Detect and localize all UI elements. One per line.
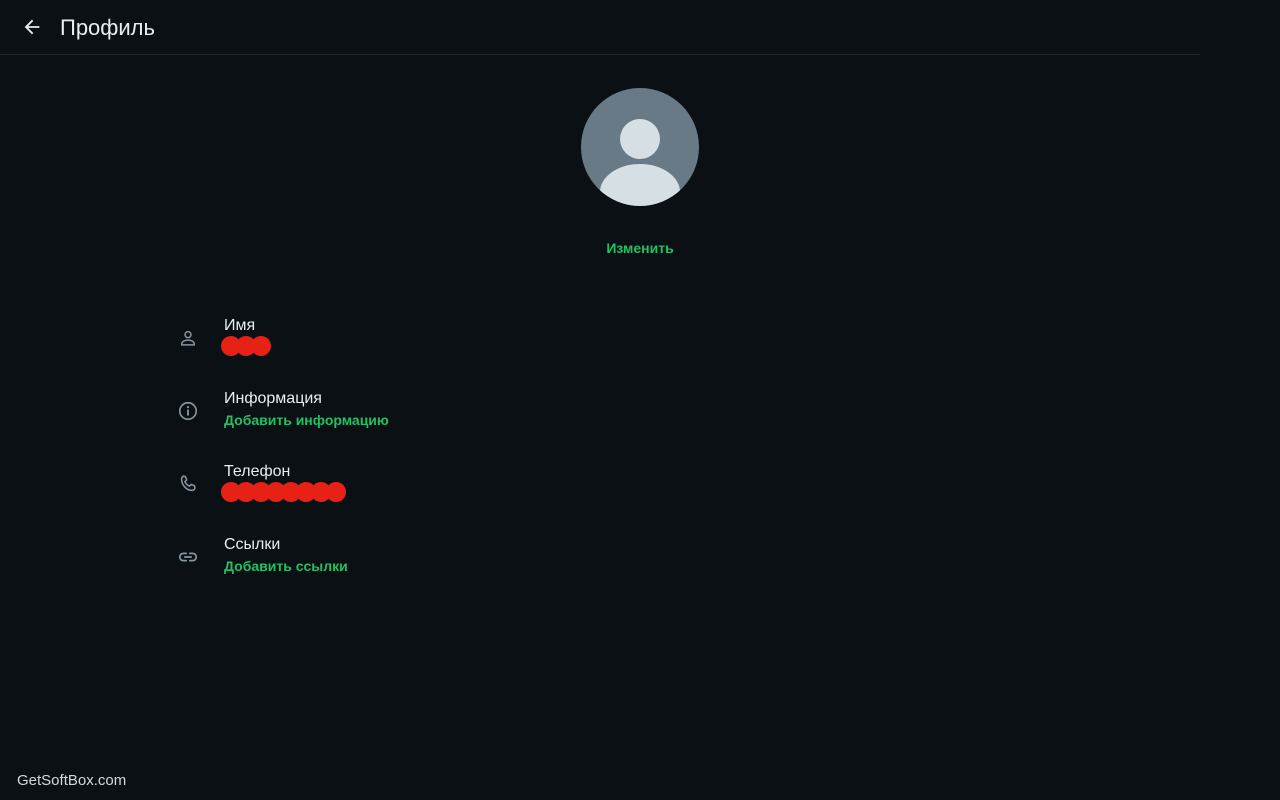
name-label: Имя [224,317,256,334]
back-button[interactable] [18,13,46,41]
links-row[interactable]: Ссылки Добавить ссылки [170,535,590,591]
profile-screen: Профиль Изменить Имя Информация Добавить… [0,0,1280,800]
phone-icon [176,472,200,496]
links-label: Ссылки [224,536,281,553]
add-links-link[interactable]: Добавить ссылки [224,557,348,575]
avatar[interactable] [581,88,699,206]
default-avatar-icon [600,119,680,206]
redacted-name [221,336,271,358]
info-row[interactable]: Информация Добавить информацию [170,389,590,445]
arrow-left-icon [24,19,40,35]
info-icon [176,399,200,423]
watermark: GetSoftBox.com [17,772,127,789]
page-title: Профиль [60,15,155,40]
redacted-phone [221,482,346,504]
link-icon [176,545,200,569]
phone-label: Телефон [224,463,291,480]
change-photo-link[interactable]: Изменить [540,240,740,256]
name-row[interactable]: Имя [170,316,590,372]
phone-row[interactable]: Телефон [170,462,590,518]
person-icon [176,326,200,350]
info-label: Информация [224,390,322,407]
header-bar: Профиль [0,0,1200,55]
add-info-link[interactable]: Добавить информацию [224,411,389,429]
